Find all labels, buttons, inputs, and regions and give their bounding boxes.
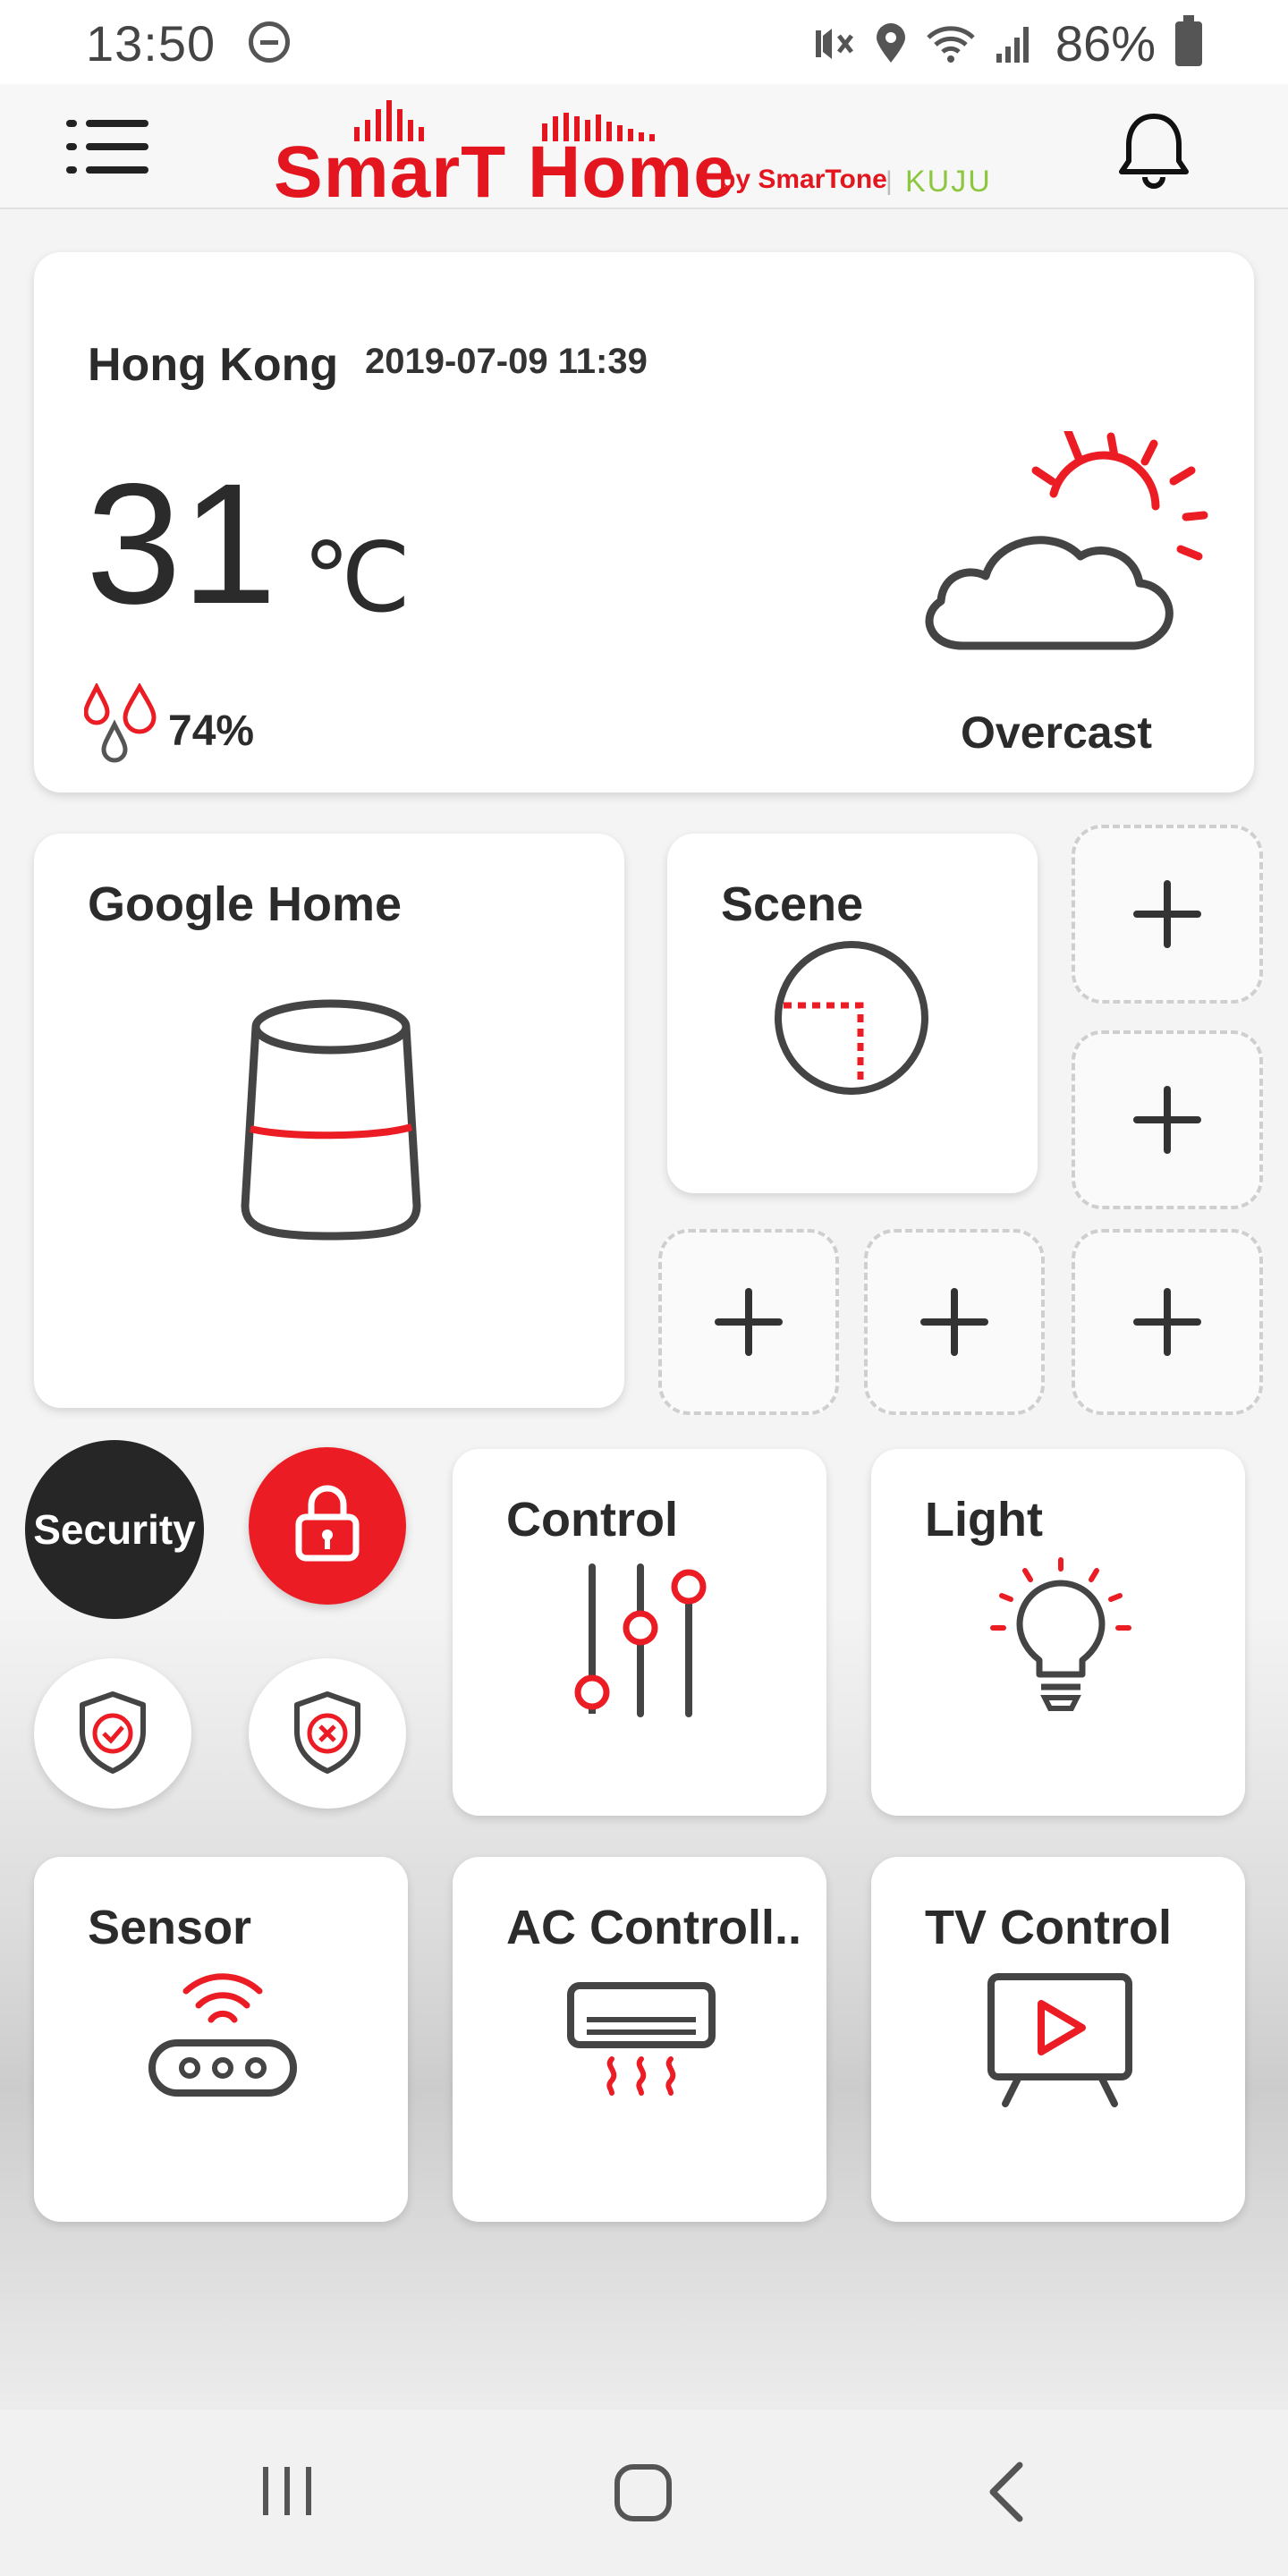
weather-datetime: 2019-07-09 11:39 bbox=[365, 342, 648, 381]
weather-card[interactable]: Hong Kong 2019-07-09 11:39 31 ℃ 74% Over… bbox=[34, 252, 1254, 792]
weather-city: Hong Kong bbox=[88, 339, 339, 391]
logo-partner-text: KUJU bbox=[905, 165, 992, 199]
weather-humidity: 74% bbox=[168, 708, 255, 755]
battery-icon bbox=[1175, 14, 1202, 66]
recent-apps-icon[interactable] bbox=[258, 2462, 317, 2521]
logo-main-text: SmarT Home bbox=[274, 131, 735, 213]
bell-icon[interactable] bbox=[1113, 109, 1195, 191]
plus-icon bbox=[920, 1288, 988, 1356]
do-not-disturb-icon bbox=[249, 21, 290, 63]
back-icon[interactable] bbox=[982, 2460, 1029, 2524]
ac-control-tile[interactable]: AC Controll.. bbox=[453, 1857, 826, 2222]
sensor-icon bbox=[148, 1973, 297, 2097]
lock-button[interactable] bbox=[249, 1447, 406, 1605]
menu-icon[interactable] bbox=[66, 118, 148, 175]
light-tile[interactable]: Light bbox=[871, 1449, 1245, 1816]
wifi-icon bbox=[927, 25, 975, 63]
tv-title: TV Control bbox=[925, 1901, 1172, 1954]
app-logo: SmarT Home by SmarTone | KUJU bbox=[274, 97, 1016, 213]
add-slot-5[interactable] bbox=[1072, 1229, 1263, 1415]
control-tile[interactable]: Control bbox=[453, 1449, 826, 1816]
scene-title: Scene bbox=[721, 877, 864, 931]
system-navigation-bar bbox=[0, 2410, 1288, 2576]
security-button[interactable]: Security bbox=[25, 1440, 204, 1619]
lock-icon bbox=[295, 1485, 360, 1562]
sensor-title: Sensor bbox=[88, 1901, 252, 1954]
light-title: Light bbox=[925, 1493, 1043, 1546]
scene-icon bbox=[775, 941, 928, 1095]
plus-icon bbox=[1133, 1288, 1201, 1356]
status-time: 13:50 bbox=[86, 15, 216, 72]
mute-icon bbox=[815, 28, 853, 59]
location-icon bbox=[876, 22, 905, 63]
google-home-title: Google Home bbox=[88, 877, 402, 931]
ac-title: AC Controll.. bbox=[506, 1901, 801, 1954]
status-bar: 13:50 86% bbox=[0, 0, 1288, 84]
home-icon[interactable] bbox=[612, 2462, 676, 2526]
add-slot-1[interactable] bbox=[1072, 825, 1263, 1004]
google-home-tile[interactable]: Google Home bbox=[34, 834, 624, 1408]
google-home-speaker-icon bbox=[241, 999, 421, 1241]
app-header: SmarT Home by SmarTone | KUJU bbox=[0, 84, 1288, 213]
shield-x-icon bbox=[294, 1691, 360, 1774]
sensor-tile[interactable]: Sensor bbox=[34, 1857, 408, 2222]
weather-condition: Overcast bbox=[961, 708, 1153, 758]
light-bulb-icon bbox=[990, 1557, 1131, 1711]
status-icons: 86% bbox=[812, 14, 1202, 72]
sliders-icon bbox=[574, 1563, 707, 1717]
control-title: Control bbox=[506, 1493, 678, 1546]
tv-control-tile[interactable]: TV Control bbox=[871, 1857, 1245, 2222]
weather-unit: ℃ bbox=[302, 523, 411, 631]
humidity-icon bbox=[84, 683, 157, 763]
plus-icon bbox=[715, 1288, 783, 1356]
shield-check-icon bbox=[80, 1691, 146, 1774]
add-slot-4[interactable] bbox=[864, 1229, 1045, 1415]
add-slot-2[interactable] bbox=[1072, 1030, 1263, 1209]
arm-button[interactable] bbox=[34, 1658, 191, 1809]
plus-icon bbox=[1133, 880, 1201, 948]
battery-percent: 86% bbox=[1055, 15, 1156, 72]
tv-play-icon bbox=[987, 1973, 1132, 2107]
security-label: Security bbox=[33, 1506, 196, 1553]
disarm-button[interactable] bbox=[249, 1658, 406, 1809]
partly-cloudy-icon bbox=[925, 431, 1208, 650]
plus-icon bbox=[1133, 1086, 1201, 1154]
scene-tile[interactable]: Scene bbox=[667, 834, 1038, 1193]
signal-icon bbox=[996, 26, 1029, 63]
logo-by-text: by SmarTone bbox=[719, 165, 887, 194]
add-slot-3[interactable] bbox=[658, 1229, 839, 1415]
air-conditioner-icon bbox=[567, 1982, 716, 2096]
weather-temperature: 31 bbox=[86, 447, 277, 640]
logo-separator: | bbox=[886, 166, 893, 196]
